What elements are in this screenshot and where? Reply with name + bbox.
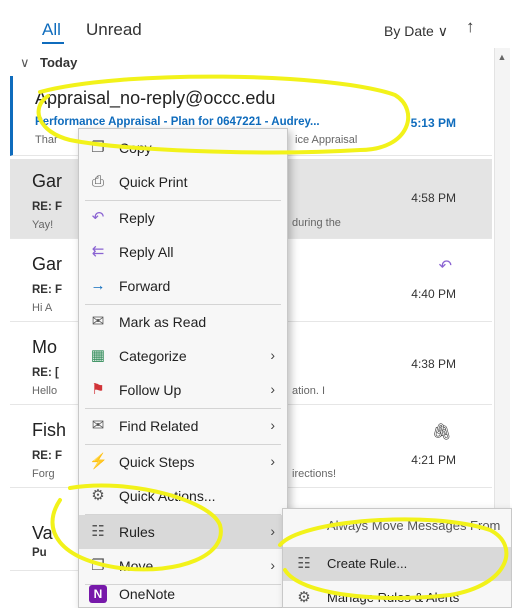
message-subject: RE: [ [32, 367, 59, 379]
submenu-item-label: Manage Rules & Alerts [327, 590, 460, 605]
tab-all[interactable]: All [42, 20, 61, 40]
print-icon: ⎙ [91, 173, 104, 190]
message-preview-tail: ation. I [292, 385, 326, 397]
message-preview: Hello [32, 385, 58, 397]
message-subject: RE: F [32, 201, 63, 213]
submenu-item-label: Create Rule... [327, 556, 408, 571]
chevron-right-icon: › [270, 523, 275, 539]
paperclip-icon: 🖇 [431, 424, 452, 441]
manage-rules-icon: ⚙ [297, 589, 311, 606]
context-menu: ❐ Copy ⎙ Quick Print ↶ Reply ⇇ Reply All… [78, 128, 288, 608]
message-sender: Mo [32, 337, 58, 357]
menu-item-label: Follow Up [119, 382, 182, 398]
message-preview: Yay! [32, 219, 54, 231]
message-preview: Hi A [32, 302, 53, 314]
message-subject: Performance Appraisal - Plan for 0647221… [35, 116, 320, 128]
menu-item-label: Mark as Read [119, 314, 207, 330]
reply-all-icon: ⇇ [91, 243, 105, 260]
sort-direction-icon[interactable]: ↑ [466, 17, 475, 37]
chevron-right-icon: › [270, 347, 275, 363]
message-time: 5:13 PM [410, 116, 456, 130]
sort-by-label: By Date [384, 23, 434, 39]
submenu-item-label: Always Move Messages From [327, 518, 501, 533]
message-sender: Fish [32, 420, 67, 440]
chevron-right-icon: › [270, 381, 275, 397]
menu-item-onenote[interactable]: N OneNote [79, 577, 287, 608]
message-preview: Thar [35, 134, 58, 146]
menu-item-label: Quick Steps [119, 454, 195, 470]
submenu-item-create-rule[interactable]: ☷ Create Rule... [283, 547, 511, 581]
envelope-open-icon: ✉ [91, 313, 105, 330]
rules-submenu: Always Move Messages From ☷ Create Rule.… [282, 508, 512, 608]
message-time: 4:38 PM [411, 357, 456, 371]
menu-item-label: Rules [119, 524, 155, 540]
message-preview-tail: during the [292, 217, 341, 229]
menu-item-categorize[interactable]: ▦ Categorize › [79, 339, 287, 373]
menu-item-rules[interactable]: ☷ Rules › [79, 515, 287, 549]
chevron-right-icon: › [270, 557, 275, 573]
menu-item-label: Categorize [119, 348, 187, 364]
message-preview-tail: irections! [292, 468, 337, 480]
message-preview-tail: ice Appraisal [295, 134, 358, 146]
rules-icon: ☷ [91, 523, 105, 540]
quick-actions-icon: ⚙ [91, 487, 105, 504]
categorize-icon: ▦ [90, 347, 106, 364]
menu-item-label: Move [119, 558, 154, 574]
message-subject: RE: F [32, 284, 63, 296]
chevron-right-icon: › [270, 453, 275, 469]
group-header-today[interactable]: ∨ Today [10, 55, 490, 75]
chevron-down-icon: ∨ [437, 23, 448, 39]
message-sender: Gar [32, 171, 63, 191]
menu-item-label: OneNote [119, 586, 176, 602]
submenu-item-always-move[interactable]: Always Move Messages From [283, 509, 511, 543]
menu-item-label: Reply All [119, 244, 174, 260]
menu-item-label: Reply [119, 210, 155, 226]
menu-item-reply[interactable]: ↶ Reply [79, 201, 287, 235]
menu-item-forward[interactable]: → Forward [79, 269, 287, 303]
lightning-icon: ⚡ [89, 453, 108, 470]
reply-icon: ↶ [438, 258, 452, 275]
menu-item-reply-all[interactable]: ⇇ Reply All [79, 235, 287, 269]
message-preview: Forg [32, 468, 55, 480]
chevron-right-icon: › [270, 417, 275, 433]
message-time: 4:40 PM [411, 287, 456, 301]
message-time: 4:21 PM [411, 453, 456, 467]
message-subject: RE: F [32, 450, 63, 462]
menu-item-label: Find Related [119, 418, 199, 434]
menu-item-label: Quick Print [119, 174, 188, 190]
menu-item-label: Quick Actions... [119, 488, 216, 504]
menu-item-follow-up[interactable]: ⚑ Follow Up › [79, 373, 287, 407]
tab-unread[interactable]: Unread [86, 20, 142, 40]
tab-all-indicator [42, 42, 64, 44]
message-sender: Va [32, 523, 53, 543]
menu-item-quick-print[interactable]: ⎙ Quick Print [79, 165, 287, 199]
menu-item-label: Forward [119, 278, 171, 294]
menu-item-find-related[interactable]: ✉ Find Related › [79, 409, 287, 443]
menu-item-quick-actions[interactable]: ⚙ Quick Actions... [79, 479, 287, 513]
group-label: Today [40, 55, 78, 70]
create-rule-icon: ☷ [297, 555, 311, 572]
menu-item-mark-as-read[interactable]: ✉ Mark as Read [79, 305, 287, 339]
copy-icon: ❐ [91, 139, 105, 156]
move-icon: ❐ [91, 557, 105, 574]
submenu-item-manage-rules[interactable]: ⚙ Manage Rules & Alerts [283, 581, 511, 608]
menu-item-quick-steps[interactable]: ⚡ Quick Steps › [79, 445, 287, 479]
menu-item-copy[interactable]: ❐ Copy [79, 131, 287, 165]
message-sender: Appraisal_no-reply@occc.edu [35, 88, 276, 108]
onenote-icon: N [89, 585, 107, 603]
menu-item-label: Copy [119, 140, 152, 156]
message-sender: Gar [32, 254, 63, 274]
forward-icon: → [90, 277, 106, 294]
sort-by-dropdown[interactable]: By Date ∨ [384, 23, 448, 40]
scroll-up-arrow-icon[interactable]: ▲ [497, 52, 507, 64]
find-related-icon: ✉ [91, 417, 105, 434]
message-time: 4:58 PM [411, 191, 456, 205]
message-subject: Pu [32, 547, 47, 559]
reply-icon: ↶ [91, 209, 105, 226]
flag-icon: ⚑ [91, 381, 105, 398]
chevron-down-icon: ∨ [20, 55, 30, 70]
